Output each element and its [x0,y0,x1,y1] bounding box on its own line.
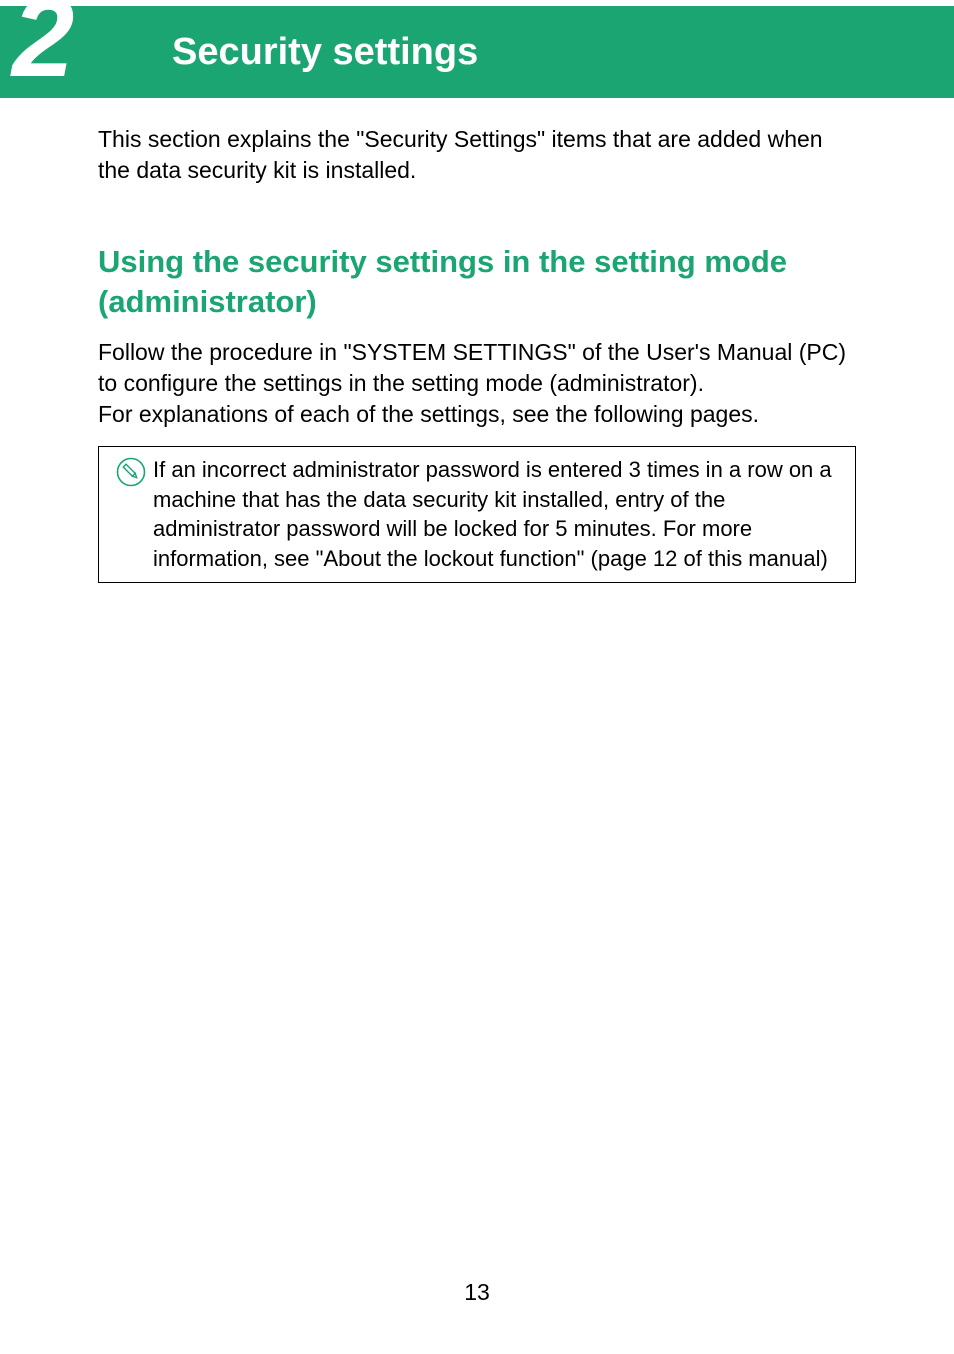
chapter-number: 2 [12,0,70,94]
note-text: If an incorrect administrator password i… [153,455,841,574]
chapter-header: 2 Security settings [0,6,954,98]
intro-paragraph: This section explains the "Security Sett… [98,124,856,186]
note-icon-wrap [109,455,153,487]
page-content: This section explains the "Security Sett… [0,98,954,583]
section-heading: Using the security settings in the setti… [98,242,856,323]
chapter-title: Security settings [172,31,478,74]
page-number: 13 [0,1279,954,1306]
section-body: Follow the procedure in "SYSTEM SETTINGS… [98,337,856,430]
pencil-circle-icon [116,457,146,487]
note-box: If an incorrect administrator password i… [98,446,856,583]
